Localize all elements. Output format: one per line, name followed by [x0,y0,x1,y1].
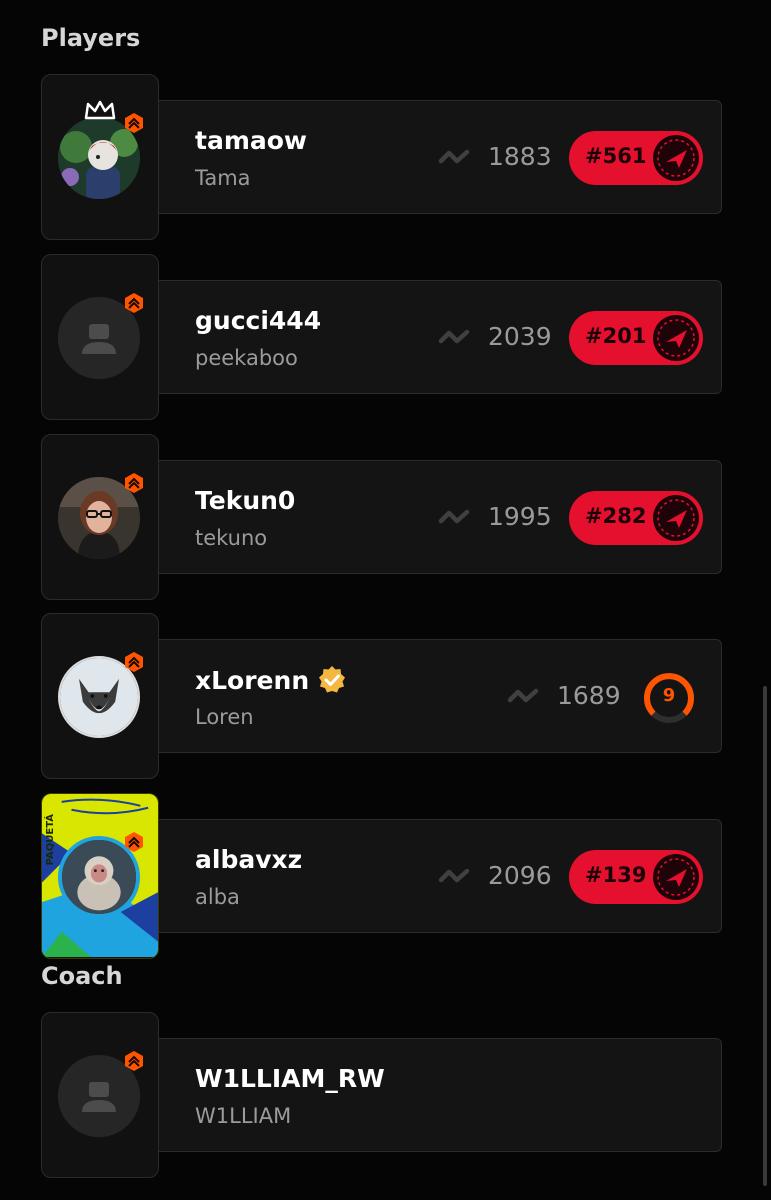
level-badge-icon [125,473,143,493]
player-nickname[interactable]: gucci444 [195,306,321,335]
rank-badge[interactable]: #139 [569,850,703,904]
coach-row[interactable]: W1LLIAM_RW W1LLIAM [41,1012,722,1180]
player-info-card[interactable]: Tekun0 tekuno 1995 #282 [159,460,722,574]
coach-info-card[interactable]: W1LLIAM_RW W1LLIAM [159,1038,722,1152]
player-row[interactable]: gucci444 peekaboo 2039 #201 [41,254,722,422]
rank-badge[interactable]: #282 [569,491,703,545]
rank-text: #201 [585,324,647,348]
rank-text: #139 [585,863,647,887]
player-info-card[interactable]: tamaow Tama 1883 #561 [159,100,722,214]
level-badge-icon [125,293,143,313]
level-badge-icon [125,113,143,133]
player-row[interactable]: tamaow Tama 1883 #561 [41,74,722,242]
elo-icon [438,329,470,344]
avatar-card[interactable] [41,254,159,420]
rank-badge[interactable]: #201 [569,311,703,365]
elo-value: 1689 [557,681,621,710]
challenger-rank-icon [653,315,699,361]
avatar-card[interactable]: PAQUETÁ [41,793,159,959]
player-nickname[interactable]: Tekun0 [195,486,295,515]
verified-icon [319,666,346,693]
crown-icon [84,100,116,120]
elo-icon [507,688,539,703]
coach-section-title: Coach [41,962,123,990]
coach-name: W1LLIAM [195,1104,292,1128]
player-nickname[interactable]: tamaow [195,126,307,155]
player-name: peekaboo [195,346,298,370]
elo-value: 1995 [488,502,552,531]
challenger-rank-icon [653,495,699,541]
coach-nickname[interactable]: W1LLIAM_RW [195,1064,385,1093]
player-nickname[interactable]: albavxz [195,845,302,874]
avatar-card[interactable] [41,434,159,600]
player-nickname[interactable]: xLorenn [195,665,347,695]
skill-level-ring[interactable]: 9 [641,670,697,726]
elo-icon [438,868,470,883]
level-badge-icon [125,1051,143,1071]
rank-text: #561 [585,144,647,168]
frame-text: PAQUETÁ [45,814,56,866]
elo-icon [438,149,470,164]
elo-value: 1883 [488,142,552,171]
player-name: Loren [195,705,254,729]
skill-level-value: 9 [662,685,676,706]
elo-icon [438,509,470,524]
player-name: Tama [195,166,251,190]
player-row[interactable]: Tekun0 tekuno 1995 #282 [41,434,722,602]
players-section-title: Players [41,24,141,52]
player-row[interactable]: xLorenn Loren 1689 9 [41,613,722,781]
challenger-rank-icon [653,854,699,900]
level-badge-icon [125,832,143,852]
rank-badge[interactable]: #561 [569,131,703,185]
avatar-card[interactable] [41,613,159,779]
elo-value: 2039 [488,322,552,351]
player-info-card[interactable]: albavxz alba 2096 #139 [159,819,722,933]
player-name: tekuno [195,526,268,550]
challenger-rank-icon [653,135,699,181]
level-badge-icon [125,652,143,672]
avatar-card[interactable] [41,1012,159,1178]
rank-text: #282 [585,504,647,528]
player-info-card[interactable]: gucci444 peekaboo 2039 #201 [159,280,722,394]
player-nickname-text: xLorenn [195,666,310,695]
scrollbar[interactable] [763,686,767,1186]
player-name: alba [195,885,240,909]
player-row[interactable]: PAQUETÁ albavxz alba 2096 #139 [41,793,722,961]
player-info-card[interactable]: xLorenn Loren 1689 9 [159,639,722,753]
elo-value: 2096 [488,861,552,890]
avatar-card[interactable] [41,74,159,240]
